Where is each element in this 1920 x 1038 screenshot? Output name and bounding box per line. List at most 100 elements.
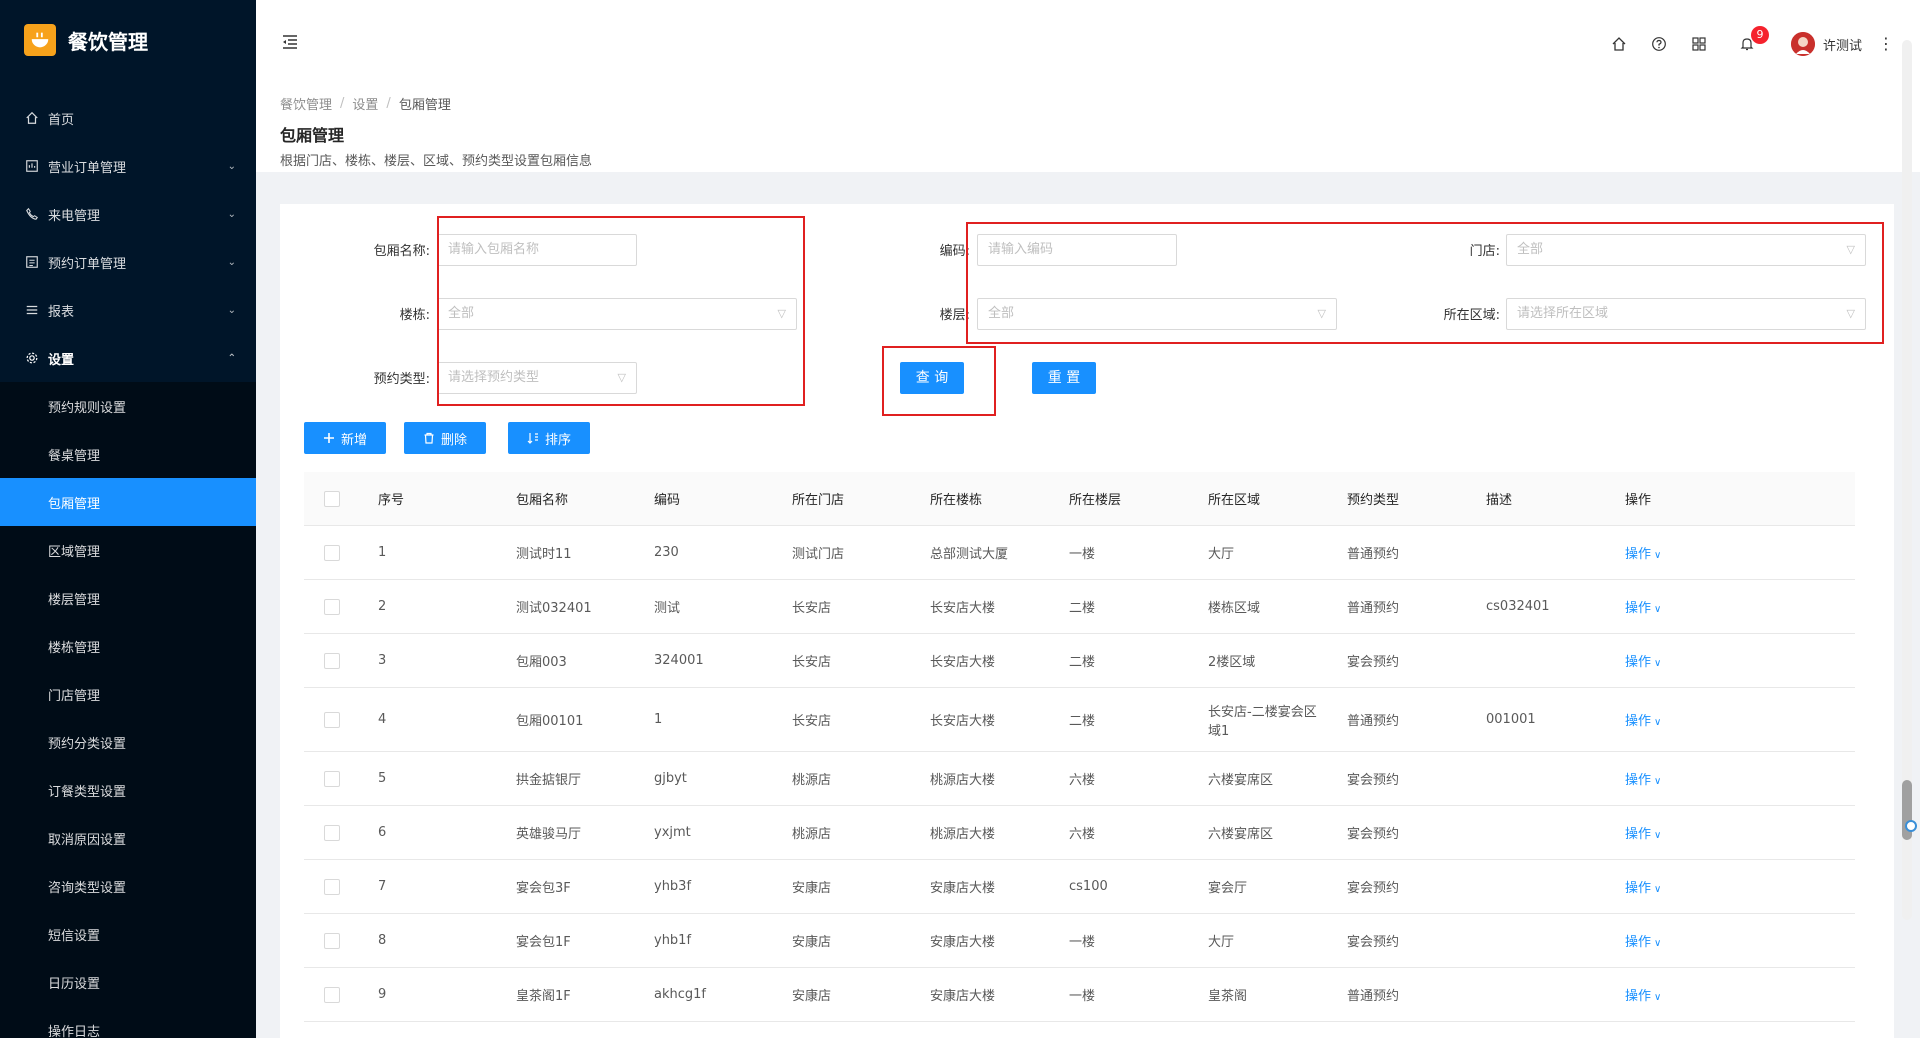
sidebar-subitem-calendar[interactable]: 日历设置 xyxy=(0,958,256,1006)
chevron-down-icon: ∨ xyxy=(1654,550,1662,561)
row-actions-dropdown[interactable]: 操作 xyxy=(1625,989,1651,1004)
select-all-checkbox[interactable] xyxy=(324,490,340,507)
row-checkbox-cell xyxy=(304,598,378,615)
cell-room-name: 皇茶阁1F xyxy=(516,989,571,1004)
app-title: 餐饮管理 xyxy=(68,29,148,54)
breadcrumb-item[interactable]: 设置 xyxy=(352,94,378,113)
sidebar-subitem-operation-log[interactable]: 操作日志 xyxy=(0,1006,256,1038)
row-checkbox[interactable] xyxy=(324,711,340,728)
row-actions-dropdown[interactable]: 操作 xyxy=(1625,655,1651,670)
more-menu-icon[interactable]: ⋮ xyxy=(1878,36,1894,52)
sidebar-subitem-meal-types[interactable]: 订餐类型设置 xyxy=(0,766,256,814)
sidebar-subitem-stores[interactable]: 门店管理 xyxy=(0,670,256,718)
chevron-down-icon: ∨ xyxy=(1654,830,1662,841)
cell-actions: 操作 ∨ xyxy=(1625,769,1755,788)
chevron-down-icon: ⌄ xyxy=(227,256,236,268)
row-actions-dropdown[interactable]: 操作 xyxy=(1625,773,1651,788)
sidebar-item-reports[interactable]: 报表 ⌄ xyxy=(0,286,256,334)
row-actions-dropdown[interactable]: 操作 xyxy=(1625,601,1651,616)
cell-room-name: 测试时11 xyxy=(516,547,572,562)
row-checkbox[interactable] xyxy=(324,986,340,1003)
col-header-code: 编码 xyxy=(654,493,681,508)
row-checkbox-cell xyxy=(304,652,378,669)
sidebar-subitem-sms[interactable]: 短信设置 xyxy=(0,910,256,958)
sidebar-item-booking-orders[interactable]: 预约订单管理 ⌄ xyxy=(0,238,256,286)
code-label: 编码: xyxy=(939,244,970,259)
bell-icon[interactable]: 9 xyxy=(1737,26,1769,54)
row-actions-dropdown[interactable]: 操作 xyxy=(1625,714,1651,729)
cell-room-name: 测试032401 xyxy=(516,601,592,616)
reset-button[interactable]: 重 置 xyxy=(1032,362,1096,394)
cell-booking-type: 宴会预约 xyxy=(1347,773,1400,788)
cell-room-name: 拱金掂银厅 xyxy=(516,773,582,788)
row-checkbox[interactable] xyxy=(324,878,340,895)
sidebar-subitem-inquiry-types[interactable]: 咨询类型设置 xyxy=(0,862,256,910)
row-checkbox[interactable] xyxy=(324,598,340,615)
sort-button[interactable]: 排序 xyxy=(508,422,590,454)
row-actions-dropdown[interactable]: 操作 xyxy=(1625,935,1651,950)
content-card: 包厢名称: 请输入包厢名称 编码: 请输入编码 门店: 全部 ▽ 楼栋: 全部 … xyxy=(280,204,1894,1038)
row-checkbox[interactable] xyxy=(324,824,340,841)
scrollbar-knob[interactable] xyxy=(1905,820,1917,832)
delete-button[interactable]: 删除 xyxy=(404,422,486,454)
col-header-floor: 所在楼层 xyxy=(1069,493,1122,508)
col-header-actions: 操作 xyxy=(1625,493,1652,508)
cell-actions: 操作 ∨ xyxy=(1625,543,1755,562)
cell-code: gjbyt xyxy=(654,771,687,786)
cell-actions: 操作 ∨ xyxy=(1625,651,1755,670)
col-header-area: 所在区域 xyxy=(1208,493,1261,508)
avatar[interactable] xyxy=(1790,32,1815,56)
row-actions-dropdown[interactable]: 操作 xyxy=(1625,827,1651,842)
add-button[interactable]: 新增 xyxy=(304,422,386,454)
cell-floor: 二楼 xyxy=(1069,601,1096,616)
help-icon[interactable] xyxy=(1649,34,1669,54)
sidebar-item-calls[interactable]: 来电管理 ⌄ xyxy=(0,190,256,238)
top-header: 9 许测试 ⋮ xyxy=(256,0,1920,80)
table-row: 1 测试时11 230 测试门店 总部测试大厦 一楼 大厅 普通预约 操作 ∨ xyxy=(304,526,1855,580)
chevron-up-icon: ⌃ xyxy=(227,352,236,364)
logo[interactable]: 餐饮管理 xyxy=(0,0,256,80)
row-actions-dropdown[interactable]: 操作 xyxy=(1625,547,1651,562)
sidebar: 餐饮管理 首页 营业订单管理 ⌄ 来电管理 ⌄ 预约订单管理 ⌄ 报表 ⌄ 设置… xyxy=(0,0,256,1038)
list-icon xyxy=(24,302,40,318)
cell-area: 长安店-二楼宴会区域1 xyxy=(1208,704,1317,739)
breadcrumb-item[interactable]: 餐饮管理 xyxy=(280,94,332,113)
row-checkbox[interactable] xyxy=(324,932,340,949)
apps-icon[interactable] xyxy=(1689,34,1709,54)
header-actions: 9 许测试 ⋮ xyxy=(1589,26,1894,58)
cell-actions: 操作 ∨ xyxy=(1625,823,1755,842)
cell-area: 六楼宴席区 xyxy=(1208,827,1274,842)
sidebar-item-label: 营业订单管理 xyxy=(48,160,127,176)
row-checkbox[interactable] xyxy=(324,770,340,787)
sidebar-subitem-booking-rules[interactable]: 预约规则设置 xyxy=(0,382,256,430)
order-icon xyxy=(24,158,40,174)
sidebar-subitem-areas[interactable]: 区域管理 xyxy=(0,526,256,574)
sidebar-item-home[interactable]: 首页 xyxy=(0,94,256,142)
sidebar-item-settings[interactable]: 设置 ⌃ xyxy=(0,334,256,382)
sidebar-item-label: 预约订单管理 xyxy=(48,256,127,272)
row-checkbox-cell xyxy=(304,770,378,787)
breadcrumb: 餐饮管理 / 设置 / 包厢管理 xyxy=(280,92,1896,114)
row-checkbox[interactable] xyxy=(324,544,340,561)
sidebar-subitem-tables[interactable]: 餐桌管理 xyxy=(0,430,256,478)
phone-icon xyxy=(24,206,40,222)
menu-fold-icon[interactable] xyxy=(280,32,300,52)
cell-floor: 一楼 xyxy=(1069,935,1096,950)
sidebar-subitem-booking-categories[interactable]: 预约分类设置 xyxy=(0,718,256,766)
sidebar-item-business-orders[interactable]: 营业订单管理 ⌄ xyxy=(0,142,256,190)
sidebar-subitem-cancel-reasons[interactable]: 取消原因设置 xyxy=(0,814,256,862)
user-name[interactable]: 许测试 xyxy=(1823,35,1862,54)
cell-area: 皇茶阁 xyxy=(1208,989,1248,1004)
breadcrumb-separator: / xyxy=(386,95,391,111)
cell-code: akhcg1f xyxy=(654,987,706,1002)
home-icon[interactable] xyxy=(1609,34,1629,54)
sidebar-subitem-rooms[interactable]: 包厢管理 xyxy=(0,478,256,526)
sidebar-subitem-buildings[interactable]: 楼栋管理 xyxy=(0,622,256,670)
cell-room-name: 宴会包1F xyxy=(516,935,571,950)
trash-icon xyxy=(424,432,434,444)
row-checkbox-cell xyxy=(304,878,378,895)
sidebar-subitem-floors[interactable]: 楼层管理 xyxy=(0,574,256,622)
cell-index: 7 xyxy=(378,879,387,894)
row-checkbox[interactable] xyxy=(324,652,340,669)
row-actions-dropdown[interactable]: 操作 xyxy=(1625,881,1651,896)
